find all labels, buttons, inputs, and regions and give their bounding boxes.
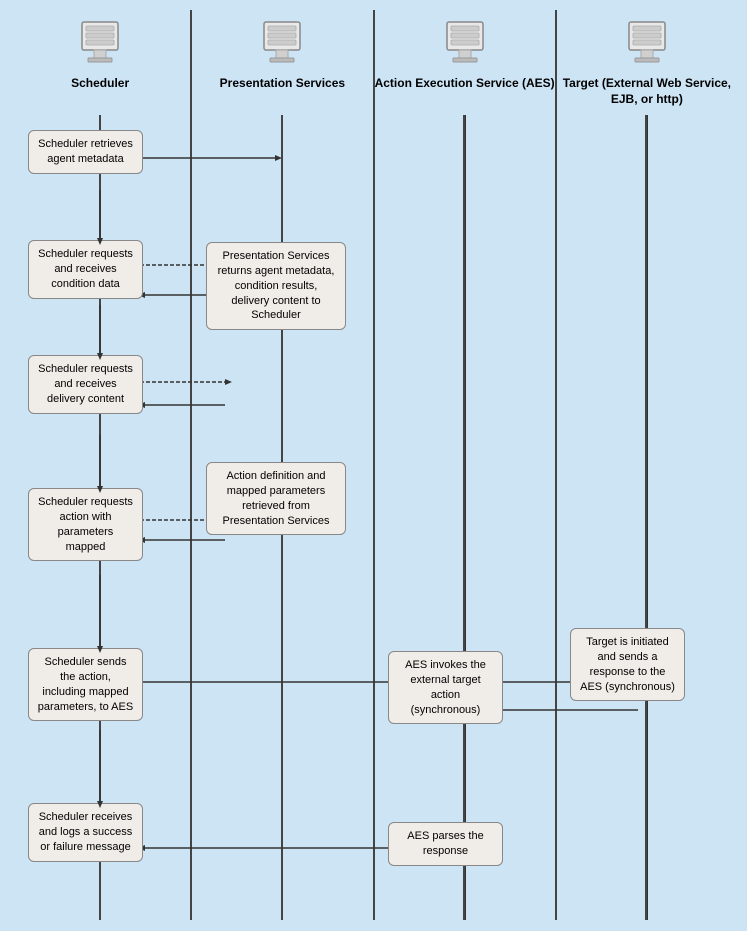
box-scheduler-retrieves-metadata: Scheduler retrieves agent metadata bbox=[28, 130, 143, 174]
box-ps-action-definition: Action definition and mapped parameters … bbox=[206, 462, 346, 535]
box-scheduler-delivery: Scheduler requests and receives delivery… bbox=[28, 355, 143, 414]
aes-col-title: Action Execution Service (AES) bbox=[375, 76, 555, 92]
box-scheduler-sends-aes: Scheduler sends the action, including ma… bbox=[28, 648, 143, 721]
box-scheduler-logs: Scheduler receives and logs a success or… bbox=[28, 803, 143, 862]
target-server-icon bbox=[621, 18, 673, 70]
box-aes-parses: AES parses the response bbox=[388, 822, 503, 866]
scheduler-server-icon bbox=[74, 18, 126, 70]
box-aes-invokes-target: AES invokes the external target action (… bbox=[388, 651, 503, 724]
box-ps-returns-metadata: Presentation Services returns agent meta… bbox=[206, 242, 346, 330]
presentation-server-icon bbox=[256, 18, 308, 70]
aes-server-icon bbox=[439, 18, 491, 70]
box-scheduler-condition: Scheduler requests and receives conditio… bbox=[28, 240, 143, 299]
diagram: Scheduler Presentation Services bbox=[0, 0, 747, 931]
box-target-responds: Target is initiated and sends a response… bbox=[570, 628, 685, 701]
scheduler-col-title: Scheduler bbox=[71, 76, 129, 92]
target-col-title: Target (External Web Service, EJB, or ht… bbox=[557, 76, 737, 107]
presentation-col-title: Presentation Services bbox=[220, 76, 345, 92]
box-scheduler-action-params: Scheduler requests action with parameter… bbox=[28, 488, 143, 561]
